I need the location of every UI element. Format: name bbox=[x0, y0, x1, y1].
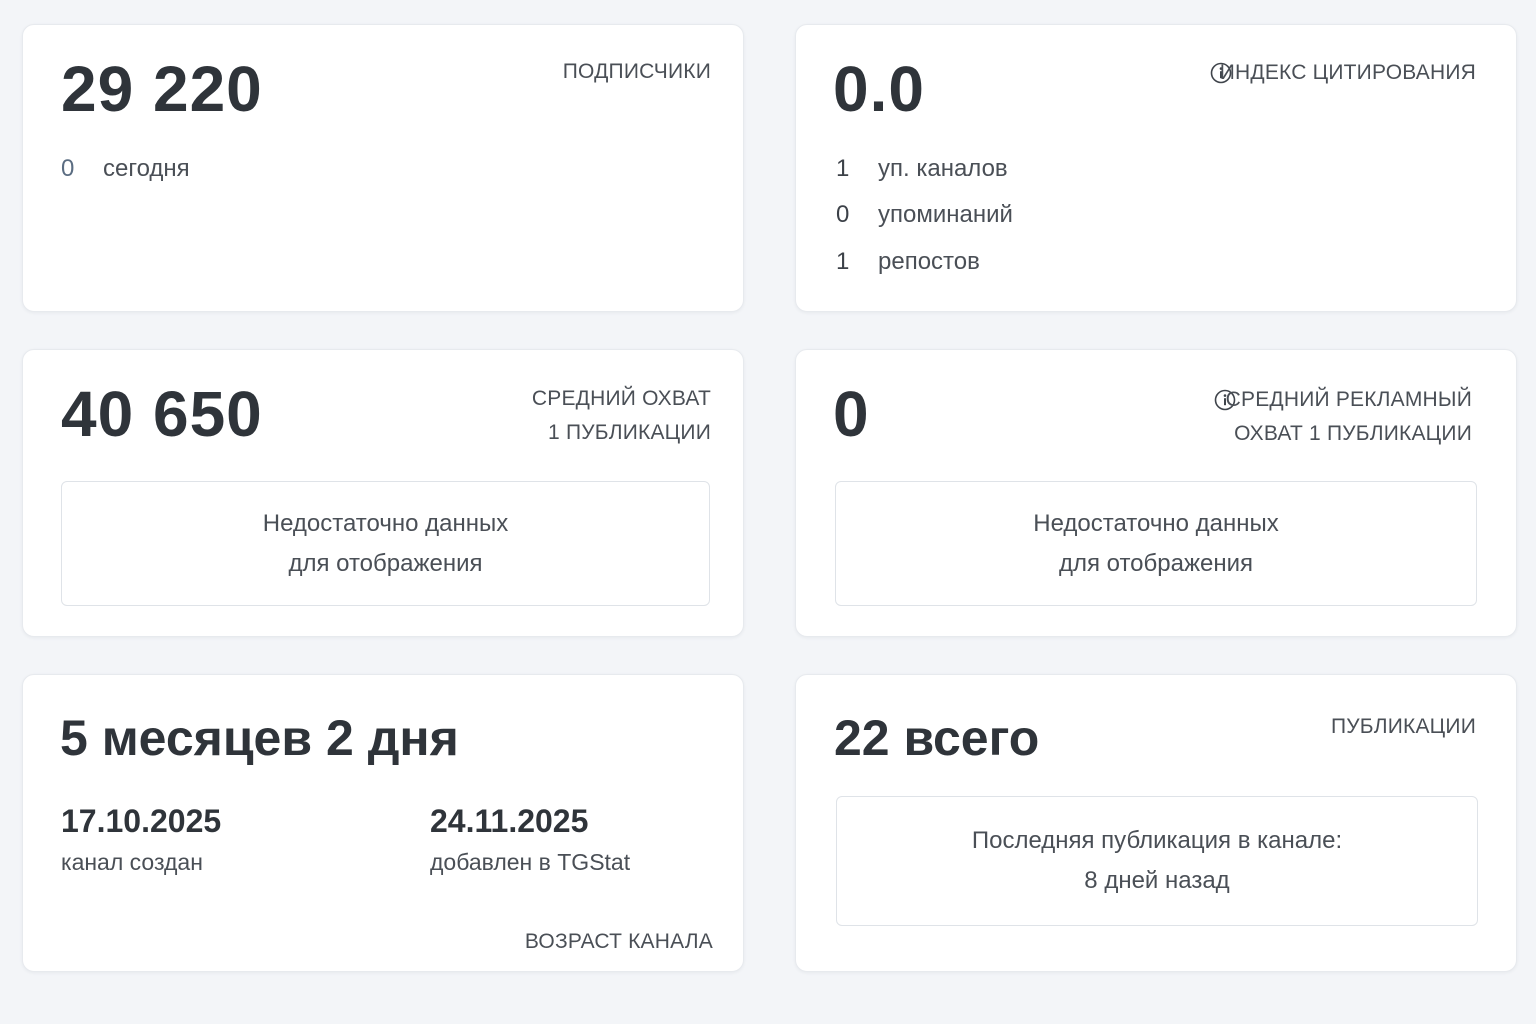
empty-state-line2: для отображения bbox=[288, 549, 483, 577]
mentions-count: 0 bbox=[836, 201, 850, 228]
empty-state-line1: Недостаточно данных bbox=[1033, 509, 1279, 537]
avg-reach-card: 40 650 СРЕДНИЙ ОХВАТ 1 ПУБЛИКАЦИИ Недост… bbox=[22, 349, 744, 637]
last-publication-line1: Последняя публикация в канале: bbox=[971, 827, 1343, 854]
channels-count: 1 bbox=[836, 155, 850, 182]
reposts-count: 1 bbox=[836, 248, 850, 275]
citation-row-reposts: 1 репостов bbox=[836, 248, 980, 276]
reposts-label: репостов bbox=[878, 248, 980, 275]
avg-reach-value: 40 650 bbox=[61, 378, 263, 450]
citation-row-channels: 1 уп. каналов bbox=[836, 155, 1008, 183]
subscribers-count: 29 220 bbox=[61, 53, 263, 125]
avg-ad-reach-card: 0 СРЕДНИЙ РЕКЛАМНЫЙ ОХВАТ 1 ПУБЛИКАЦИИ Н… bbox=[795, 349, 1517, 637]
avg-reach-empty-state: Недостаточно данных для отображения bbox=[61, 481, 710, 606]
avg-reach-caption: СРЕДНИЙ ОХВАТ 1 ПУБЛИКАЦИИ bbox=[532, 382, 711, 450]
added-date: 24.11.2025 bbox=[430, 803, 589, 839]
avg-ad-reach-empty-state: Недостаточно данных для отображения bbox=[835, 481, 1477, 606]
publications-caption: ПУБЛИКАЦИИ bbox=[1330, 715, 1476, 738]
last-publication-box: Последняя публикация в канале: 8 дней на… bbox=[836, 796, 1478, 926]
last-publication-line2: 8 дней назад bbox=[1084, 867, 1230, 894]
citation-row-mentions: 0 упоминаний bbox=[836, 201, 1013, 229]
subscribers-today-count: 0 bbox=[61, 155, 75, 182]
added-label: добавлен в TGStat bbox=[430, 849, 631, 875]
created-label: канал создан bbox=[61, 849, 203, 875]
avg-ad-reach-caption-line1: СРЕДНИЙ РЕКЛАМНЫЙ bbox=[1225, 388, 1472, 411]
citation-caption: ИНДЕКС ЦИТИРОВАНИЯ bbox=[1219, 61, 1476, 84]
created-date: 17.10.2025 bbox=[61, 803, 222, 839]
subscribers-card: 29 220 ПОДПИСЧИКИ 0 сегодня bbox=[22, 24, 744, 312]
empty-state-line2: для отображения bbox=[1058, 549, 1254, 577]
citation-index-value: 0.0 bbox=[833, 53, 925, 125]
channel-age-caption: ВОЗРАСТ КАНАЛА bbox=[524, 930, 713, 953]
channel-age-card: 5 месяцев 2 дня 17.10.2025 канал создан … bbox=[22, 674, 744, 972]
avg-ad-reach-value: 0 bbox=[833, 378, 870, 450]
avg-ad-reach-caption: СРЕДНИЙ РЕКЛАМНЫЙ ОХВАТ 1 ПУБЛИКАЦИИ bbox=[1226, 383, 1472, 451]
citation-card: 0.0 ИНДЕКС ЦИТИРОВАНИЯ 1 уп. каналов 0 у… bbox=[795, 24, 1517, 312]
channel-age-value: 5 месяцев 2 дня bbox=[60, 710, 459, 766]
channels-label: уп. каналов bbox=[878, 155, 1008, 182]
avg-ad-reach-caption-line2: ОХВАТ 1 ПУБЛИКАЦИИ bbox=[1234, 422, 1472, 445]
subscribers-today-label: сегодня bbox=[103, 155, 190, 182]
avg-reach-caption-line2: 1 ПУБЛИКАЦИИ bbox=[548, 421, 711, 444]
subscribers-today-row: 0 сегодня bbox=[61, 155, 190, 183]
empty-state-line1: Недостаточно данных bbox=[262, 509, 509, 537]
publications-count: 22 всего bbox=[834, 710, 1040, 766]
mentions-label: упоминаний bbox=[878, 201, 1013, 228]
subscribers-caption: ПОДПИСЧИКИ bbox=[562, 60, 711, 83]
publications-card: 22 всего ПУБЛИКАЦИИ Последняя публикация… bbox=[795, 674, 1517, 972]
avg-reach-caption-line1: СРЕДНИЙ ОХВАТ bbox=[531, 387, 711, 410]
